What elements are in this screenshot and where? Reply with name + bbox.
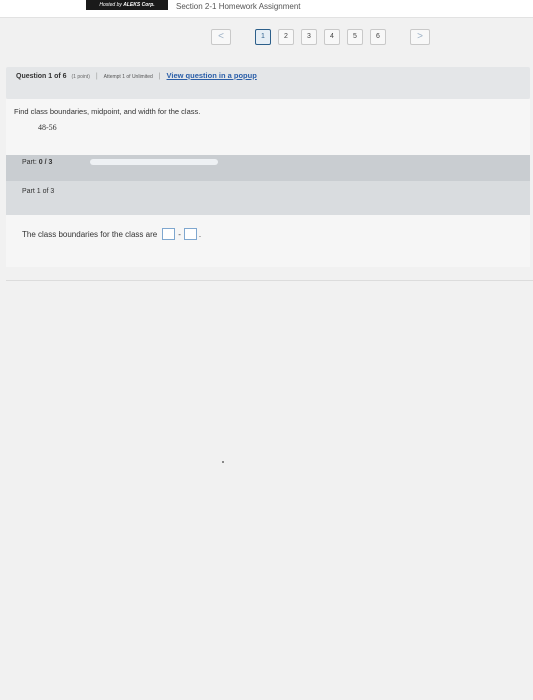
top-bar: Hosted by ALEKS Corp. Section 2-1 Homewo… — [0, 0, 533, 18]
page-button-4[interactable]: 4 — [324, 29, 340, 45]
page-button-3[interactable]: 3 — [301, 29, 317, 45]
next-question-button[interactable]: > — [410, 29, 430, 45]
question-number: Question 1 of 6 — [16, 73, 67, 80]
view-popup-link[interactable]: View question in a popup — [167, 71, 257, 80]
page-button-2[interactable]: 2 — [278, 29, 294, 45]
part-section-label: Part 1 of 3 — [22, 188, 55, 195]
assignment-title: Section 2-1 Homework Assignment — [176, 2, 301, 11]
answer-end-period: . — [198, 229, 202, 239]
question-points: (1 point) — [71, 74, 90, 80]
host-name: ALEKS Corp. — [123, 2, 155, 8]
answer-text: The class boundaries for the class are — [22, 229, 158, 239]
part-section-header: Part 1 of 3 — [6, 181, 530, 215]
question-header: Question 1 of 6 (1 point) | Attempt 1 of… — [6, 67, 530, 99]
attempt-counter: Attempt 1 of Unlimited — [103, 74, 153, 80]
host-prefix: Hosted by — [99, 2, 122, 8]
part-progress-bar: Part: 0 / 3 — [6, 155, 530, 181]
divider — [6, 280, 533, 281]
prev-question-button[interactable]: < — [211, 29, 231, 45]
separator: | — [158, 73, 161, 80]
class-interval: 48-56 — [38, 123, 57, 132]
answer-line: The class boundaries for the class are -… — [22, 228, 201, 240]
progress-track — [90, 159, 218, 165]
part-label: Part: — [22, 159, 37, 166]
page-button-1[interactable]: 1 — [255, 29, 271, 45]
cursor-dot — [222, 461, 224, 463]
host-badge: Hosted by ALEKS Corp. — [86, 0, 168, 10]
lower-boundary-input[interactable] — [162, 228, 176, 240]
question-pager: < 1 2 3 4 5 6 > — [0, 29, 533, 49]
part-score: Part: 0 / 3 — [22, 156, 52, 170]
upper-boundary-input[interactable] — [183, 228, 197, 240]
boundary-separator: - — [178, 229, 181, 239]
question-prompt: Find class boundaries, midpoint, and wid… — [14, 107, 201, 116]
page-button-6[interactable]: 6 — [370, 29, 386, 45]
part-score-value: 0 / 3 — [38, 159, 53, 166]
separator: | — [95, 73, 98, 80]
page-button-5[interactable]: 5 — [347, 29, 363, 45]
